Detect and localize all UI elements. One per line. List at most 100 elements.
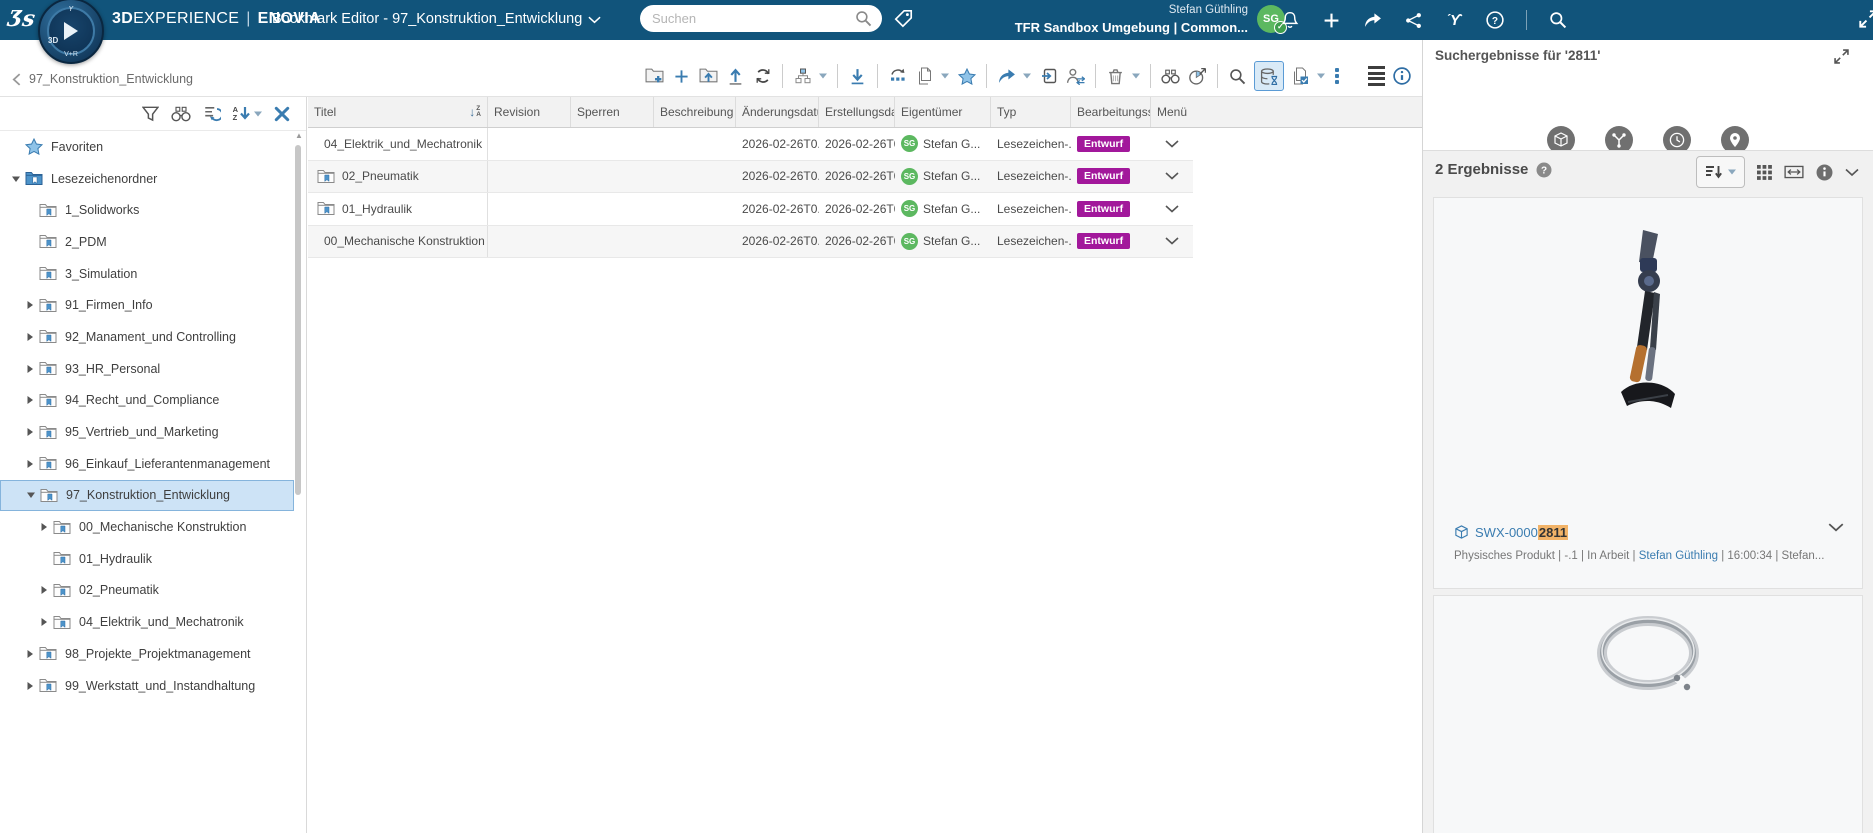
result-thumbnail-robot-leg[interactable] (1434, 226, 1862, 422)
sidebar-item-94-recht-compliance[interactable]: 94_Recht_und_Compliance (0, 385, 294, 417)
column-bearbeitungsstatus[interactable]: Bearbeitungss.. (1071, 97, 1151, 127)
more-actions-icon[interactable] (1332, 68, 1342, 84)
results-help-icon[interactable] (1536, 162, 1552, 178)
sidebar-item-favoriten[interactable]: Favoriten (0, 131, 294, 163)
search-result-card[interactable] (1433, 595, 1863, 833)
open-structure-caret[interactable] (819, 73, 828, 79)
panel-collapse-icon[interactable] (1859, 10, 1873, 30)
expand-icon[interactable] (22, 300, 38, 310)
delete-icon[interactable] (1105, 65, 1126, 87)
copy-caret[interactable] (941, 73, 950, 79)
table-row[interactable]: 02_Pneumatik 2026-02-26T0... 2026-02-26T… (308, 161, 1193, 194)
notifications-bell-icon[interactable] (1280, 10, 1300, 30)
add-to-app-icon[interactable] (1038, 65, 1059, 87)
open-structure-icon[interactable] (792, 65, 813, 87)
result-link[interactable]: SWX-00002811 (1475, 525, 1568, 540)
add-existing-icon[interactable] (671, 65, 692, 87)
search-result-card[interactable]: SWX-00002811 Physisches Produkt | -.1 | … (1433, 197, 1863, 589)
export-report-icon[interactable] (1187, 65, 1208, 87)
expand-icon[interactable] (22, 364, 38, 374)
share-caret[interactable] (1023, 73, 1032, 79)
delete-caret[interactable] (1132, 73, 1141, 79)
help-icon[interactable] (1485, 10, 1505, 30)
sidebar-item-91-firmen-info[interactable]: 91_Firmen_Info (0, 289, 294, 321)
3dexperience-compass[interactable]: ʏ 3D V+R (38, 0, 104, 64)
sidebar-item-96-einkauf[interactable]: 96_Einkauf_Lieferantenmanagement (0, 448, 294, 480)
column-titel[interactable]: Titel ↓ZA (308, 97, 488, 127)
sidebar-item-3-simulation[interactable]: 3_Simulation (0, 258, 294, 290)
table-row[interactable]: 04_Elektrik_und_Mechatronik 2026-02-26T0… (308, 128, 1193, 161)
expand-all-icon[interactable] (203, 105, 221, 123)
tag-icon[interactable] (894, 9, 913, 28)
row-menu-chevron-icon[interactable] (1165, 172, 1179, 180)
export-table-caret[interactable] (1317, 73, 1326, 79)
fit-width-icon[interactable] (1784, 165, 1804, 179)
platform-search-icon[interactable] (1548, 10, 1568, 30)
load-status-icon[interactable] (1254, 61, 1284, 91)
change-owner-icon[interactable] (1065, 65, 1086, 87)
search-input[interactable] (650, 10, 855, 27)
info-icon[interactable] (1391, 65, 1412, 87)
column-revision[interactable]: Revision (488, 97, 571, 127)
expand-icon[interactable] (22, 332, 38, 342)
column-beschreibung[interactable]: Beschreibung (654, 97, 736, 127)
sidebar-item-2-pdm[interactable]: 2_PDM (0, 226, 294, 258)
add-bookmark-folder-icon[interactable] (644, 65, 665, 87)
expand-icon[interactable] (22, 395, 38, 405)
share-icon[interactable] (996, 65, 1017, 87)
share-arrow-icon[interactable] (1362, 10, 1382, 30)
move-to-folder-icon[interactable] (698, 65, 719, 87)
collapse-icon[interactable] (23, 490, 39, 500)
scrollbar-thumb[interactable] (295, 145, 301, 495)
sidebar-item-98-projekte[interactable]: 98_Projekte_Projektmanagement (0, 638, 294, 670)
results-sort-button[interactable] (1696, 156, 1745, 188)
sidebar-item-01-hydraulik[interactable]: 01_Hydraulik (0, 543, 294, 575)
column-menu[interactable]: Menü (1151, 97, 1193, 127)
user-context[interactable]: Stefan Güthling TFR Sandbox Umgebung | C… (1015, 3, 1248, 36)
upload-icon[interactable] (725, 65, 746, 87)
list-view-icon[interactable] (1368, 66, 1385, 86)
sidebar-item-95-vertrieb-marketing[interactable]: 95_Vertrieb_und_Marketing (0, 416, 294, 448)
export-table-icon[interactable] (1290, 65, 1311, 87)
column-eigentuemer[interactable]: Eigentümer (895, 97, 991, 127)
download-icon[interactable] (847, 65, 868, 87)
row-menu-chevron-icon[interactable] (1165, 140, 1179, 148)
expand-icon[interactable] (36, 585, 52, 595)
result-info-icon[interactable] (1816, 164, 1833, 181)
grid-view-icon[interactable] (1757, 165, 1772, 180)
expand-icon[interactable] (36, 617, 52, 627)
sidebar-item-92-management-controlling[interactable]: 92_Manament_und Controlling (0, 321, 294, 353)
expand-icon[interactable] (22, 459, 38, 469)
search-icon[interactable] (855, 10, 872, 27)
scroll-up-arrow[interactable]: ▲ (295, 131, 303, 141)
add-content-icon[interactable] (1321, 10, 1341, 30)
share-network-icon[interactable] (1403, 10, 1423, 30)
expand-icon[interactable] (22, 649, 38, 659)
close-panel-icon[interactable] (274, 106, 290, 122)
table-row[interactable]: 01_Hydraulik 2026-02-26T0... 2026-02-26T… (308, 193, 1193, 226)
sidebar-item-1-solidworks[interactable]: 1_Solidworks (0, 194, 294, 226)
app-title-menu[interactable]: Bookmark Editor - 97_Konstruktion_Entwic… (272, 11, 601, 27)
expand-panel-icon[interactable] (1834, 49, 1849, 64)
sidebar-item-00-mechanische-konstruktion[interactable]: 00_Mechanische Konstruktion (0, 511, 294, 543)
result-expand-chevron-icon[interactable] (1828, 523, 1844, 532)
collaboration-y-icon[interactable]: ϓ (1444, 10, 1464, 30)
column-typ[interactable]: Typ (991, 97, 1071, 127)
sync-link-icon[interactable] (752, 65, 773, 87)
favorite-star-icon[interactable] (956, 65, 977, 87)
find-in-list-icon[interactable] (1160, 65, 1181, 87)
table-row[interactable]: 00_Mechanische Konstruktion 2026-02-26T0… (308, 226, 1193, 259)
collapse-icon[interactable] (8, 174, 24, 184)
expand-icon[interactable] (36, 522, 52, 532)
collapse-results-icon[interactable] (1845, 168, 1859, 177)
filter-funnel-icon[interactable] (142, 106, 159, 122)
column-sperren[interactable]: Sperren (571, 97, 654, 127)
sort-az-caret[interactable] (254, 111, 262, 117)
sidebar-item-04-elektrik-mechatronik[interactable]: 04_Elektrik_und_Mechatronik (0, 606, 294, 638)
row-menu-chevron-icon[interactable] (1165, 205, 1179, 213)
sidebar-item-99-werkstatt[interactable]: 99_Werkstatt_und_Instandhaltung (0, 670, 294, 702)
sidebar-item-93-hr-personal[interactable]: 93_HR_Personal (0, 353, 294, 385)
search-in-table-icon[interactable] (1227, 65, 1248, 87)
column-sort-icon[interactable]: ↓ZA (469, 105, 481, 119)
back-icon[interactable] (12, 73, 21, 86)
